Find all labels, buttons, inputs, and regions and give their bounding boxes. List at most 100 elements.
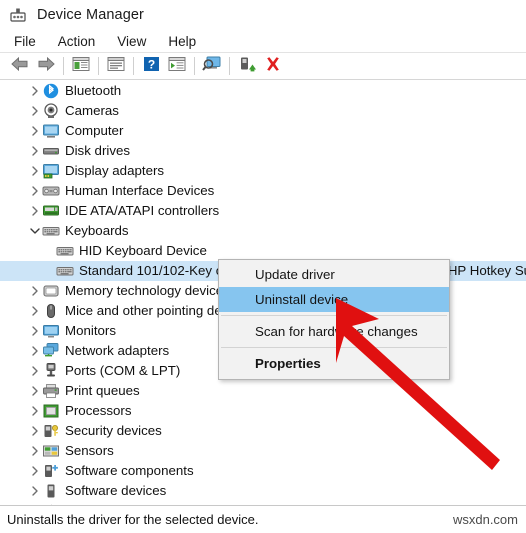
menu-file[interactable]: File (3, 32, 47, 51)
chevron-right-icon[interactable] (28, 481, 42, 501)
help-icon: ? (143, 56, 160, 77)
ctx-item-label: Scan for hardware changes (255, 324, 418, 339)
chevron-right-icon[interactable] (28, 181, 42, 201)
toolbar: ? (0, 52, 526, 80)
toolbar-forward-button[interactable] (33, 54, 59, 78)
bluetooth-icon (42, 82, 60, 100)
tree-item-hid-keyboard-device[interactable]: HID Keyboard Device (0, 241, 526, 261)
mouse-icon (42, 302, 60, 320)
ctx-scan-hardware-changes[interactable]: Scan for hardware changes (219, 319, 449, 344)
tree-item-label: Human Interface Devices (65, 183, 215, 198)
properties-icon (107, 56, 125, 77)
disk-drive-icon (42, 142, 60, 160)
chevron-right-icon[interactable] (28, 81, 42, 101)
tree-item-label: Ports (COM & LPT) (65, 363, 181, 378)
tree-item-bluetooth[interactable]: Bluetooth (0, 81, 526, 101)
title-bar: Device Manager (0, 0, 526, 30)
toolbar-uninstall-device-button[interactable] (260, 54, 286, 78)
chevron-right-icon[interactable] (28, 341, 42, 361)
chevron-right-icon[interactable] (28, 141, 42, 161)
device-manager-window: Device Manager File Action View Help ? B… (0, 0, 526, 533)
ctx-properties[interactable]: Properties (219, 351, 449, 376)
tree-item-label: Keyboards (65, 223, 129, 238)
tree-item-label: Software components (65, 463, 194, 478)
chevron-right-icon[interactable] (28, 201, 42, 221)
toolbar-separator (194, 57, 195, 75)
security-device-icon (42, 422, 60, 440)
context-menu[interactable]: Update driver Uninstall device Scan for … (218, 259, 450, 380)
context-menu-separator (221, 315, 447, 316)
tree-item-cameras[interactable]: Cameras (0, 101, 526, 121)
tree-item-processors[interactable]: Processors (0, 401, 526, 421)
chevron-right-icon[interactable] (28, 161, 42, 181)
camera-icon (42, 102, 60, 120)
ctx-uninstall-device[interactable]: Uninstall device (219, 287, 449, 312)
chevron-right-icon[interactable] (28, 321, 42, 341)
ctx-update-driver[interactable]: Update driver (219, 262, 449, 287)
chevron-right-icon[interactable] (28, 401, 42, 421)
toolbar-separator (133, 57, 134, 75)
tree-item-label: Cameras (65, 103, 119, 118)
menu-help[interactable]: Help (157, 32, 207, 51)
tree-item-sensors[interactable]: Sensors (0, 441, 526, 461)
software-device-icon (42, 482, 60, 500)
chevron-down-icon[interactable] (28, 221, 42, 241)
chevron-right-icon[interactable] (28, 101, 42, 121)
toolbar-properties-button[interactable] (103, 54, 129, 78)
forward-arrow-icon (36, 56, 56, 77)
chevron-right-icon[interactable] (28, 441, 42, 461)
memory-technology-icon (42, 282, 60, 300)
show-hide-console-tree-icon (72, 56, 90, 77)
toolbar-back-button[interactable] (7, 54, 33, 78)
ctx-item-label: Update driver (255, 267, 335, 282)
ctx-item-label: Properties (255, 356, 321, 371)
watermark: wsxdn.com (452, 512, 518, 527)
keyboard-icon (56, 242, 74, 260)
tree-item-computer[interactable]: Computer (0, 121, 526, 141)
tree-item-label: Processors (65, 403, 132, 418)
tree-item-disk-drives[interactable]: Disk drives (0, 141, 526, 161)
tree-item-label: Security devices (65, 423, 162, 438)
chevron-right-icon[interactable] (28, 361, 42, 381)
scan-hardware-changes-icon (202, 55, 222, 77)
chevron-right-icon[interactable] (28, 121, 42, 141)
chevron-right-icon[interactable] (28, 381, 42, 401)
sensor-icon (42, 442, 60, 460)
chevron-right-icon[interactable] (28, 461, 42, 481)
menu-bar: File Action View Help (0, 30, 526, 52)
tree-item-human-interface-devices[interactable]: Human Interface Devices (0, 181, 526, 201)
tree-item-display-adapters[interactable]: Display adapters (0, 161, 526, 181)
hid-icon (42, 182, 60, 200)
tree-item-keyboards[interactable]: Keyboards (0, 221, 526, 241)
tree-item-print-queues[interactable]: Print queues (0, 381, 526, 401)
menu-action[interactable]: Action (47, 32, 107, 51)
enable-device-icon (238, 56, 256, 77)
toolbar-help-button[interactable]: ? (138, 54, 164, 78)
svg-text:?: ? (147, 57, 154, 71)
printer-icon (42, 382, 60, 400)
chevron-right-icon[interactable] (28, 421, 42, 441)
toolbar-separator (98, 57, 99, 75)
tree-item-label: Monitors (65, 323, 116, 338)
window-title: Device Manager (37, 7, 144, 23)
keyboard-icon (42, 222, 60, 240)
toolbar-enable-device-button[interactable] (234, 54, 260, 78)
tree-item-ide-controllers[interactable]: IDE ATA/ATAPI controllers (0, 201, 526, 221)
tree-item-software-components[interactable]: Software components (0, 461, 526, 481)
menu-view[interactable]: View (106, 32, 157, 51)
context-menu-separator (221, 347, 447, 348)
tree-item-label: Network adapters (65, 343, 170, 358)
toolbar-update-driver-button[interactable] (164, 54, 190, 78)
tree-item-software-devices[interactable]: Software devices (0, 481, 526, 501)
computer-icon (42, 122, 60, 140)
chevron-right-icon[interactable] (28, 301, 42, 321)
tree-item-security-devices[interactable]: Security devices (0, 421, 526, 441)
toolbar-scan-hardware-button[interactable] (199, 54, 225, 78)
tree-item-label: IDE ATA/ATAPI controllers (65, 203, 220, 218)
port-icon (42, 362, 60, 380)
tree-item-label: Sensors (65, 443, 114, 458)
status-text: Uninstalls the driver for the selected d… (7, 512, 259, 527)
toolbar-console-tree-button[interactable] (68, 54, 94, 78)
tree-item-label: Computer (65, 123, 124, 138)
chevron-right-icon[interactable] (28, 281, 42, 301)
